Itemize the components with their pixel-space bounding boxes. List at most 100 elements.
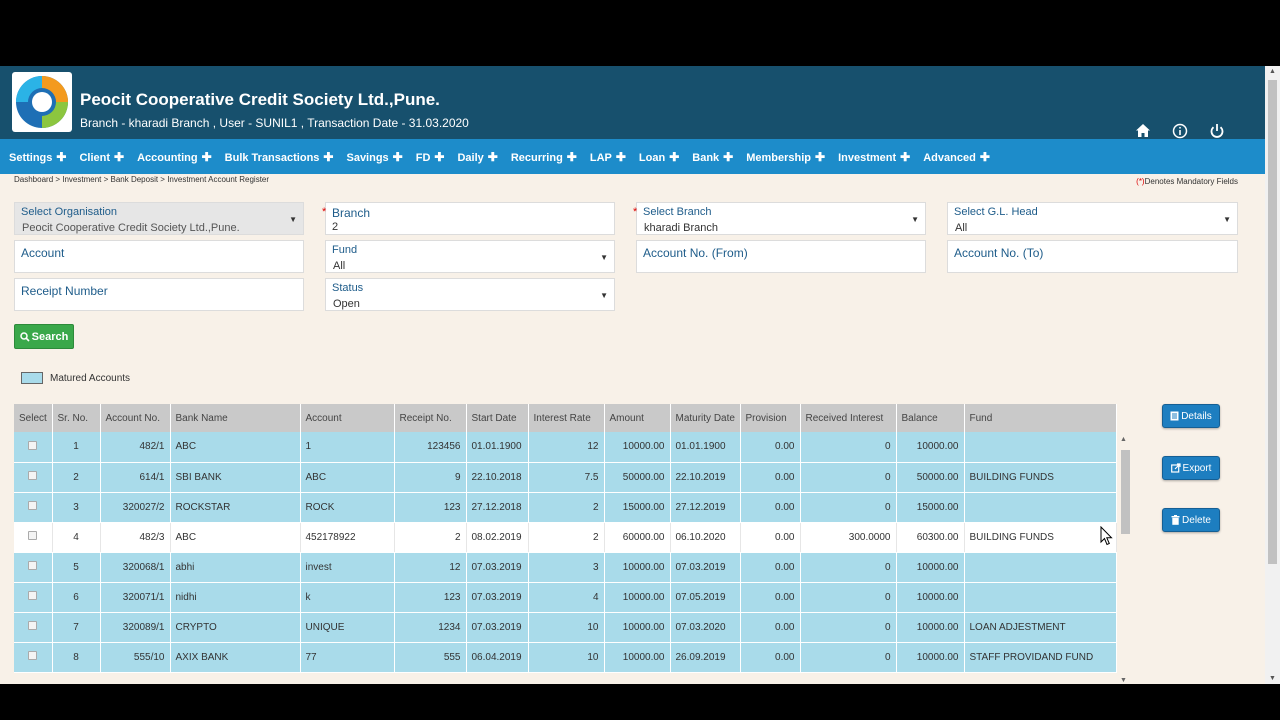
menu-client[interactable]: Client ✚ [79, 150, 124, 164]
col-fund[interactable]: Fund [964, 404, 1117, 432]
search-button[interactable]: Search [14, 324, 74, 349]
table-header-row: Select Sr. No. Account No. Bank Name Acc… [14, 404, 1117, 432]
search-icon [19, 331, 30, 342]
cell-provision: 0.00 [740, 552, 801, 583]
table-row[interactable]: 4 482/3 ABC 452178922 2 08.02.2019 2 60000.00 06… [14, 522, 1117, 553]
cell-balance: 10000.00 [896, 552, 965, 583]
cell-interest-rate: 10 [528, 612, 605, 643]
branch-code-field[interactable]: * Branch 2 [322, 202, 615, 235]
branch-select[interactable]: * Select Branch kharadi Branch ▼ [633, 202, 926, 235]
cell-account-no: 320068/1 [100, 552, 171, 583]
row-select-checkbox[interactable] [28, 501, 38, 510]
scroll-up-icon[interactable]: ▲ [1120, 436, 1127, 443]
cell-bank-name: ABC [170, 522, 301, 553]
menu-settings[interactable]: Settings ✚ [9, 150, 66, 164]
cell-provision: 0.00 [740, 612, 801, 643]
power-icon[interactable] [1208, 122, 1225, 139]
info-icon[interactable] [1171, 122, 1188, 139]
col-start-date[interactable]: Start Date [466, 404, 529, 432]
fund-select[interactable]: Fund All ▼ [325, 240, 615, 273]
cell-select [14, 462, 53, 493]
col-bank-name[interactable]: Bank Name [170, 404, 301, 432]
cell-sr-no: 7 [52, 612, 101, 643]
scroll-down-icon[interactable]: ▼ [1120, 677, 1127, 684]
col-receipt-no[interactable]: Receipt No. [394, 404, 467, 432]
table-scroll-thumb[interactable] [1121, 450, 1130, 534]
col-amount[interactable]: Amount [604, 404, 671, 432]
menu-bank[interactable]: Bank ✚ [692, 150, 733, 164]
col-sr-no[interactable]: Sr. No. [52, 404, 101, 432]
home-icon[interactable] [1134, 122, 1151, 139]
page-scroll-down-icon[interactable]: ▼ [1269, 675, 1276, 682]
cell-received-interest: 0 [800, 552, 897, 583]
cell-bank-name: SBI BANK [170, 462, 301, 493]
organisation-select[interactable]: Select Organisation Peocit Cooperative C… [14, 202, 304, 235]
menu-fd[interactable]: FD ✚ [416, 150, 445, 164]
cell-receipt-no: 2 [394, 522, 467, 553]
cell-provision: 0.00 [740, 582, 801, 613]
menu-membership[interactable]: Membership ✚ [746, 150, 825, 164]
cell-fund [964, 432, 1117, 463]
cell-fund: BUILDING FUNDS [964, 522, 1117, 553]
gl-head-select[interactable]: Select G.L. Head All ▼ [947, 202, 1238, 235]
cell-interest-rate: 4 [528, 582, 605, 613]
export-button[interactable]: Export [1162, 456, 1220, 480]
cell-start-date: 07.03.2019 [466, 612, 529, 643]
row-select-checkbox[interactable] [28, 561, 38, 570]
col-provision[interactable]: Provision [740, 404, 801, 432]
table-row[interactable]: 1 482/1 ABC 1 123456 01.01.1900 12 10000.00 01.0… [14, 432, 1117, 463]
plus-icon: ✚ [723, 149, 734, 164]
cell-fund [964, 552, 1117, 583]
row-select-checkbox[interactable] [28, 440, 38, 450]
col-maturity-date[interactable]: Maturity Date [670, 404, 741, 432]
row-select-checkbox[interactable] [28, 531, 38, 540]
menu-loan[interactable]: Loan ✚ [639, 150, 679, 164]
row-select-checkbox[interactable] [28, 591, 38, 600]
table-row[interactable]: 5 320068/1 abhi invest 12 07.03.2019 3 10000.00… [14, 552, 1117, 583]
delete-button[interactable]: Delete [1162, 508, 1220, 532]
table-row[interactable]: 3 320027/2 ROCKSTAR ROCK 123 27.12.2018 2 15000… [14, 492, 1117, 523]
menu-bulk-transactions[interactable]: Bulk Transactions ✚ [225, 150, 334, 164]
table-row[interactable]: 2 614/1 SBI BANK ABC 9 22.10.2018 7.5 50000.00 2… [14, 462, 1117, 493]
menu-recurring[interactable]: Recurring ✚ [511, 150, 577, 164]
table-scrollbar[interactable]: ▲ ▼ [1118, 436, 1132, 684]
cell-sr-no: 2 [52, 462, 101, 493]
table-row[interactable]: 6 320071/1 nidhi k 123 07.03.2019 4 10000.00 07.… [14, 582, 1117, 613]
cell-select [14, 432, 53, 463]
col-balance[interactable]: Balance [896, 404, 965, 432]
col-interest-rate[interactable]: Interest Rate [528, 404, 605, 432]
col-received-interest[interactable]: Received Interest [800, 404, 897, 432]
cell-sr-no: 3 [52, 492, 101, 523]
table-row[interactable]: 7 320089/1 CRYPTO UNIQUE 1234 07.03.2019 10 100… [14, 612, 1117, 643]
menu-savings[interactable]: Savings ✚ [346, 150, 402, 164]
cell-interest-rate: 3 [528, 552, 605, 583]
page-scroll-up-icon[interactable]: ▲ [1269, 68, 1276, 75]
row-select-checkbox[interactable] [28, 651, 38, 660]
menu-accounting[interactable]: Accounting ✚ [137, 150, 212, 164]
cell-receipt-no: 123 [394, 492, 467, 523]
table-row[interactable]: 8 555/10 AXIX BANK 77 555 06.04.2019 10 10000.0… [14, 642, 1117, 673]
plus-icon: ✚ [815, 149, 826, 164]
col-select[interactable]: Select [14, 404, 53, 432]
page-scrollbar[interactable]: ▲ ▼ [1265, 66, 1280, 684]
menu-investment[interactable]: Investment ✚ [838, 150, 910, 164]
col-account[interactable]: Account [300, 404, 395, 432]
account-field[interactable]: Account [14, 240, 304, 273]
details-button[interactable]: Details [1162, 404, 1220, 428]
menu-lap[interactable]: LAP ✚ [590, 150, 626, 164]
page-scroll-thumb[interactable] [1268, 80, 1277, 564]
account-to-field[interactable]: Account No. (To) [947, 240, 1238, 273]
receipt-number-field[interactable]: Receipt Number [14, 278, 304, 311]
account-from-field[interactable]: Account No. (From) [636, 240, 926, 273]
row-select-checkbox[interactable] [28, 621, 38, 630]
row-select-checkbox[interactable] [28, 471, 38, 480]
cell-select [14, 612, 53, 643]
menu-advanced[interactable]: Advanced ✚ [923, 150, 990, 164]
col-account-no[interactable]: Account No. [100, 404, 171, 432]
cell-provision: 0.00 [740, 642, 801, 673]
cell-balance: 15000.00 [896, 492, 965, 523]
app-viewport: Peocit Cooperative Credit Society Ltd.,P… [0, 66, 1280, 684]
menu-daily[interactable]: Daily ✚ [457, 150, 497, 164]
status-select[interactable]: Status Open ▼ [325, 278, 615, 311]
cell-account-no: 320027/2 [100, 492, 171, 523]
